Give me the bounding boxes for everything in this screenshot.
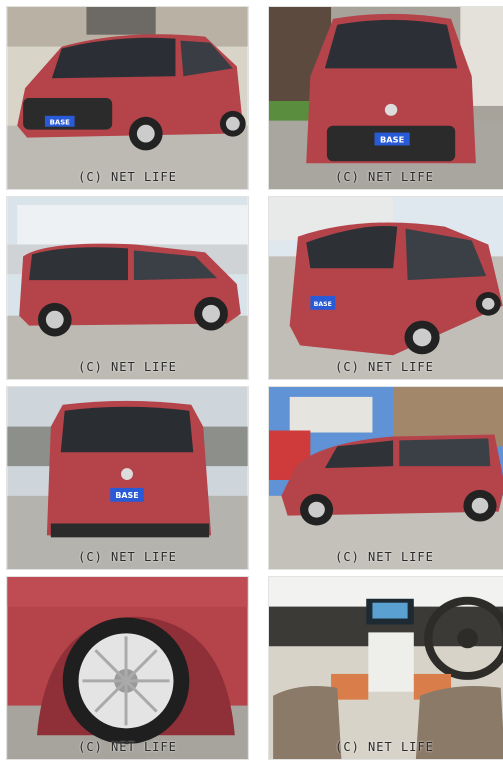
photo-rear[interactable]: BASE xyxy=(6,386,249,570)
photo-side-right[interactable] xyxy=(268,386,503,570)
photo-side-left[interactable] xyxy=(6,196,249,380)
plate-text: BASE xyxy=(115,491,138,500)
car-rear-image: BASE xyxy=(7,387,248,569)
watermark-4: (C) NET LIFE xyxy=(335,360,434,374)
watermark-5: (C) NET LIFE xyxy=(78,550,177,564)
watermark-7: (C) NET LIFE xyxy=(78,740,177,754)
photo-front-three-quarter[interactable]: BASE xyxy=(6,6,249,190)
watermark-6: (C) NET LIFE xyxy=(335,550,434,564)
watermark-8: (C) NET LIFE xyxy=(335,740,434,754)
photo-front[interactable]: BASE xyxy=(268,6,503,190)
car-rear-three-quarter-image: BASE xyxy=(269,197,503,379)
plate-text: BASE xyxy=(314,301,332,308)
plate-text: BASE xyxy=(50,119,71,127)
car-front-three-quarter-image: BASE xyxy=(7,7,248,189)
plate-text: BASE xyxy=(380,135,404,145)
watermark-3: (C) NET LIFE xyxy=(78,360,177,374)
car-side-left-image xyxy=(7,197,248,379)
watermark-1: (C) NET LIFE xyxy=(78,170,177,184)
photo-grid: BASE BASE BASE BASE (C) NET LIFE (C) NET… xyxy=(0,0,503,761)
photo-rear-three-quarter[interactable]: BASE xyxy=(268,196,503,380)
photo-wheel[interactable] xyxy=(6,576,249,760)
wheel-closeup-image xyxy=(7,577,248,759)
car-front-image: BASE xyxy=(269,7,503,189)
car-side-right-image xyxy=(269,387,503,569)
photo-interior[interactable] xyxy=(268,576,503,760)
interior-dashboard-image xyxy=(269,577,503,759)
watermark-2: (C) NET LIFE xyxy=(335,170,434,184)
